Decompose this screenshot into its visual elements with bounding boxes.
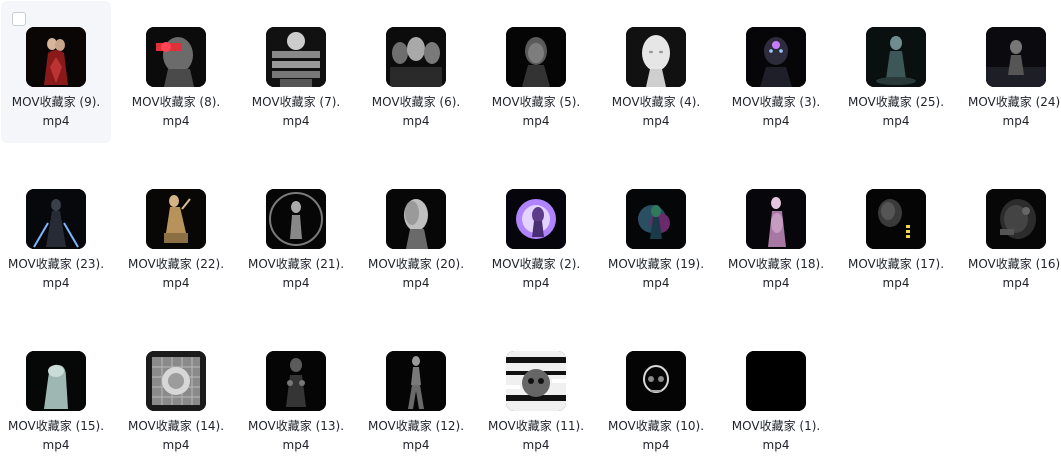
file-name: MOV收藏家 (15).mp4 xyxy=(7,419,105,452)
file-item[interactable]: MOV收藏家 (2).mp4 xyxy=(481,163,591,305)
video-thumbnail[interactable] xyxy=(146,351,206,411)
video-thumbnail[interactable] xyxy=(506,351,566,411)
file-item[interactable]: MOV收藏家 (11).mp4 xyxy=(481,325,591,467)
file-name: MOV收藏家 (2).mp4 xyxy=(491,257,581,290)
file-item[interactable]: MOV收藏家 (3).mp4 xyxy=(721,1,831,143)
file-name: MOV收藏家 (10).mp4 xyxy=(607,419,705,452)
file-item[interactable]: MOV收藏家 (13).mp4 xyxy=(241,325,351,467)
video-thumbnail[interactable] xyxy=(386,351,446,411)
file-name: MOV收藏家 (7).mp4 xyxy=(251,95,341,128)
file-name: MOV收藏家 (25).mp4 xyxy=(847,95,945,128)
file-item[interactable]: MOV收藏家 (12).mp4 xyxy=(361,325,471,467)
video-thumbnail[interactable] xyxy=(626,351,686,411)
file-item[interactable]: MOV收藏家 (1).mp4 xyxy=(721,325,831,467)
video-thumbnail[interactable] xyxy=(626,189,686,249)
video-thumbnail[interactable] xyxy=(746,27,806,87)
file-name: MOV收藏家 (20).mp4 xyxy=(367,257,465,290)
video-thumbnail[interactable] xyxy=(146,27,206,87)
file-name: MOV收藏家 (23).mp4 xyxy=(7,257,105,290)
video-thumbnail[interactable] xyxy=(746,189,806,249)
file-item[interactable]: MOV收藏家 (24).mp4 xyxy=(961,1,1061,143)
file-item[interactable]: MOV收藏家 (9).mp4 xyxy=(1,1,111,143)
video-thumbnail[interactable] xyxy=(986,27,1046,87)
video-thumbnail[interactable] xyxy=(266,351,326,411)
file-item[interactable]: MOV收藏家 (25).mp4 xyxy=(841,1,951,143)
file-item[interactable]: MOV收藏家 (14).mp4 xyxy=(121,325,231,467)
file-name: MOV收藏家 (4).mp4 xyxy=(611,95,701,128)
file-item[interactable]: MOV收藏家 (21).mp4 xyxy=(241,163,351,305)
file-item[interactable]: MOV收藏家 (15).mp4 xyxy=(1,325,111,467)
video-thumbnail[interactable] xyxy=(386,27,446,87)
file-item[interactable]: MOV收藏家 (20).mp4 xyxy=(361,163,471,305)
file-name: MOV收藏家 (9).mp4 xyxy=(11,95,101,128)
file-name: MOV收藏家 (14).mp4 xyxy=(127,419,225,452)
video-thumbnail[interactable] xyxy=(26,189,86,249)
file-item[interactable]: MOV收藏家 (18).mp4 xyxy=(721,163,831,305)
file-item[interactable]: MOV收藏家 (17).mp4 xyxy=(841,163,951,305)
video-thumbnail[interactable] xyxy=(26,351,86,411)
video-thumbnail[interactable] xyxy=(386,189,446,249)
file-name: MOV收藏家 (22).mp4 xyxy=(127,257,225,290)
file-name: MOV收藏家 (21).mp4 xyxy=(247,257,345,290)
file-item[interactable]: MOV收藏家 (19).mp4 xyxy=(601,163,711,305)
file-name: MOV收藏家 (13).mp4 xyxy=(247,419,345,452)
file-grid: MOV收藏家 (9).mp4 MOV收藏家 (8).mp4 MOV收藏家 (7).m… xyxy=(0,0,1061,459)
file-item[interactable]: MOV收藏家 (23).mp4 xyxy=(1,163,111,305)
file-item[interactable]: MOV收藏家 (22).mp4 xyxy=(121,163,231,305)
video-thumbnail[interactable] xyxy=(986,189,1046,249)
file-name: MOV收藏家 (12).mp4 xyxy=(367,419,465,452)
video-thumbnail[interactable] xyxy=(146,189,206,249)
video-thumbnail[interactable] xyxy=(506,27,566,87)
file-item[interactable]: MOV收藏家 (6).mp4 xyxy=(361,1,471,143)
video-thumbnail[interactable] xyxy=(866,27,926,87)
video-thumbnail[interactable] xyxy=(266,27,326,87)
file-item[interactable]: MOV收藏家 (4).mp4 xyxy=(601,1,711,143)
video-thumbnail[interactable] xyxy=(866,189,926,249)
select-checkbox[interactable] xyxy=(12,12,26,26)
file-name: MOV收藏家 (11).mp4 xyxy=(487,419,585,452)
file-name: MOV收藏家 (19).mp4 xyxy=(607,257,705,290)
file-name: MOV收藏家 (5).mp4 xyxy=(491,95,581,128)
video-thumbnail[interactable] xyxy=(26,27,86,87)
file-item[interactable]: MOV收藏家 (5).mp4 xyxy=(481,1,591,143)
file-name: MOV收藏家 (24).mp4 xyxy=(967,95,1061,128)
file-name: MOV收藏家 (16).mp4 xyxy=(967,257,1061,290)
file-item[interactable]: MOV收藏家 (10).mp4 xyxy=(601,325,711,467)
file-name: MOV收藏家 (1).mp4 xyxy=(731,419,821,452)
file-name: MOV收藏家 (18).mp4 xyxy=(727,257,825,290)
video-thumbnail[interactable] xyxy=(506,189,566,249)
file-name: MOV收藏家 (6).mp4 xyxy=(371,95,461,128)
file-name: MOV收藏家 (17).mp4 xyxy=(847,257,945,290)
file-name: MOV收藏家 (3).mp4 xyxy=(731,95,821,128)
file-item[interactable]: MOV收藏家 (16).mp4 xyxy=(961,163,1061,305)
video-thumbnail[interactable] xyxy=(266,189,326,249)
file-item[interactable]: MOV收藏家 (8).mp4 xyxy=(121,1,231,143)
video-thumbnail[interactable] xyxy=(746,351,806,411)
file-item[interactable]: MOV收藏家 (7).mp4 xyxy=(241,1,351,143)
video-thumbnail[interactable] xyxy=(626,27,686,87)
file-name: MOV收藏家 (8).mp4 xyxy=(131,95,221,128)
